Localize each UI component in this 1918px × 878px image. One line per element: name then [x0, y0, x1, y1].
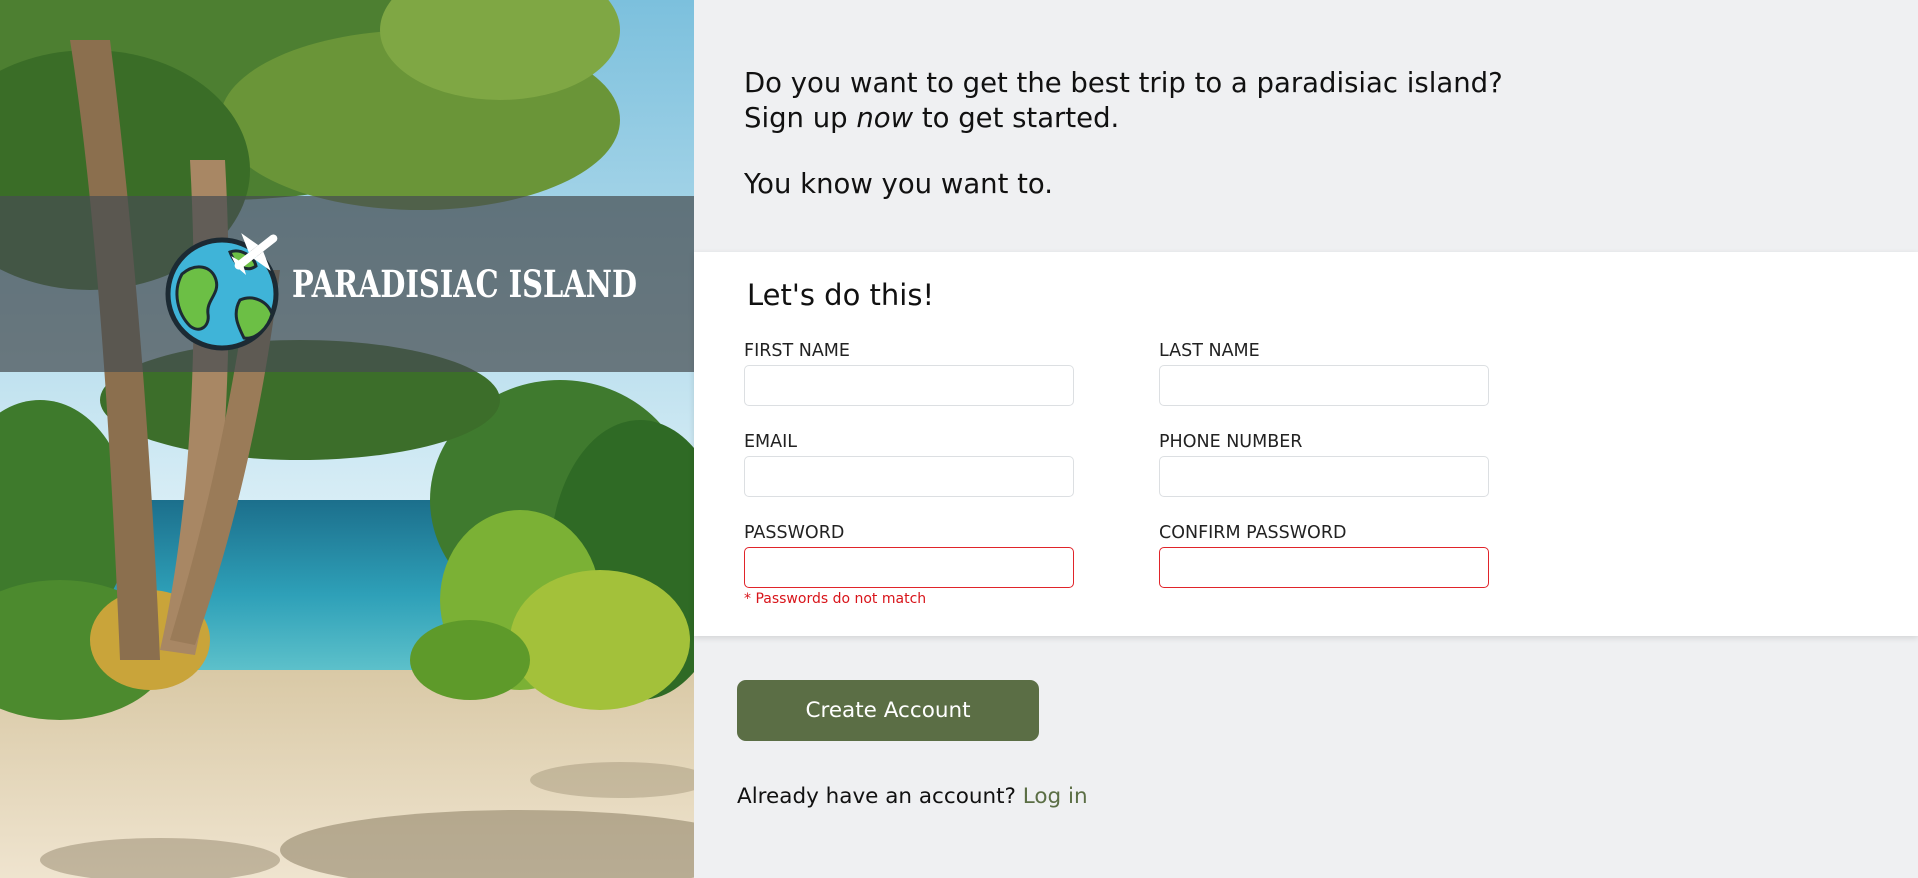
confirm-password-label: CONFIRM PASSWORD [1159, 523, 1347, 543]
create-account-button[interactable]: Create Account [737, 680, 1039, 741]
form-title: Let's do this! [747, 278, 935, 312]
login-prompt: Already have an account? Log in [737, 784, 1088, 809]
confirm-password-input[interactable] [1159, 547, 1489, 588]
intro-text: Do you want to get the best trip to a pa… [744, 66, 1544, 233]
confirm-password-field-group: CONFIRM PASSWORD [1159, 522, 1491, 588]
password-input[interactable] [744, 547, 1074, 588]
login-link[interactable]: Log in [1023, 784, 1088, 809]
phone-field-group: PHONE NUMBER [1159, 431, 1491, 497]
password-field-group: PASSWORD [744, 522, 1076, 588]
phone-label: PHONE NUMBER [1159, 432, 1303, 452]
first-name-input[interactable] [744, 365, 1074, 406]
hero-image: PARADISIAC ISLAND [0, 0, 694, 878]
phone-input[interactable] [1159, 456, 1489, 497]
intro-headline: Do you want to get the best trip to a pa… [744, 66, 1544, 136]
beach-scene-image [0, 0, 694, 878]
intro-text-part: to get started. [913, 102, 1120, 134]
email-label: EMAIL [744, 432, 798, 452]
globe-airplane-icon [165, 233, 279, 351]
intro-emphasis: now [856, 102, 914, 134]
email-input[interactable] [744, 456, 1074, 497]
last-name-label: LAST NAME [1159, 341, 1260, 361]
first-name-label: FIRST NAME [744, 341, 850, 361]
password-label: PASSWORD [744, 523, 845, 543]
first-name-field-group: FIRST NAME [744, 340, 1076, 406]
brand-name: PARADISIAC ISLAND [292, 262, 638, 306]
last-name-field-group: LAST NAME [1159, 340, 1491, 406]
login-prompt-text: Already have an account? [737, 784, 1016, 809]
email-field-group: EMAIL [744, 431, 1076, 497]
intro-subline: You know you want to. [744, 168, 1053, 200]
last-name-input[interactable] [1159, 365, 1489, 406]
password-mismatch-error: * Passwords do not match [744, 591, 927, 607]
